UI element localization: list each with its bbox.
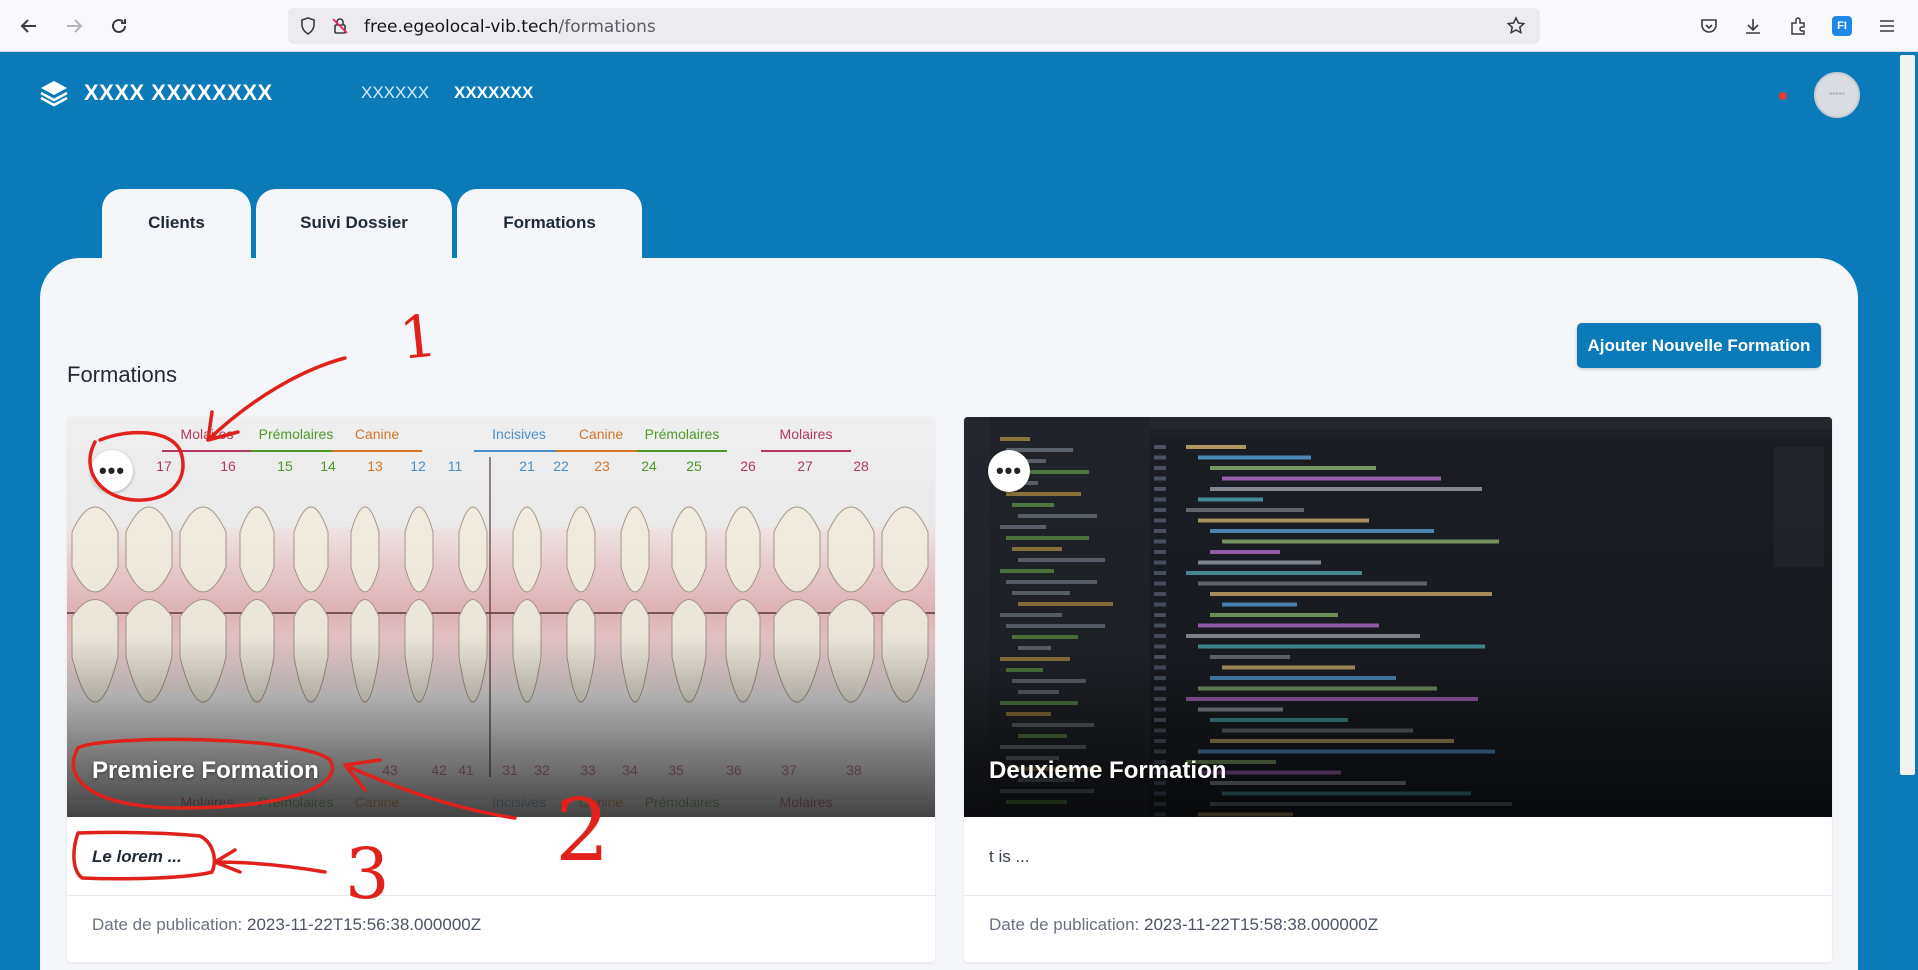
date-label: Date de publication: [92,915,243,934]
nav-link-2[interactable]: XXXXXXX [454,83,533,103]
bookmark-star-icon[interactable] [1506,16,1526,36]
address-bar[interactable]: free.egeolocal-vib.tech/formations [288,8,1540,44]
card-divider [964,895,1832,896]
nav-link-1[interactable]: XXXXXX [361,83,429,103]
card-title[interactable]: Premiere Formation [92,757,319,785]
add-formation-button[interactable]: Ajouter Nouvelle Formation [1577,323,1821,368]
pocket-icon[interactable] [1696,13,1722,39]
shield-icon[interactable] [298,16,318,36]
card-divider [67,895,935,896]
date-value: 2023-11-22T15:56:38.000000Z [247,915,482,934]
notification-dot[interactable] [1779,92,1787,100]
card-description: t is ... [989,847,1030,866]
date-label: Date de publication: [989,915,1140,934]
card-date: Date de publication: 2023-11-22T15:56:38… [92,915,481,935]
date-value: 2023-11-22T15:58:38.000000Z [1144,915,1379,934]
insecure-lock-icon[interactable] [330,16,350,36]
card-description: Le lorem ... [92,847,182,866]
tab-suivi-dossier[interactable]: Suivi Dossier [256,189,452,261]
forward-icon[interactable] [59,11,89,41]
page-scrollbar-thumb[interactable] [1900,55,1915,775]
tab-clients[interactable]: Clients [102,189,251,261]
url-text[interactable]: free.egeolocal-vib.tech/formations [364,17,656,37]
browser-toolbar: free.egeolocal-vib.tech/formations FI [0,0,1918,52]
download-icon[interactable] [1740,13,1766,39]
avatar[interactable]: ***** [1814,72,1860,118]
back-icon[interactable] [14,11,44,41]
extension-badge: FI [1832,16,1852,36]
formation-card-2[interactable]: ••• Deuxieme Formation t is ... Date de … [964,417,1832,962]
card-menu-button[interactable]: ••• [91,450,133,492]
hamburger-menu-icon[interactable] [1874,13,1900,39]
tab-formations[interactable]: Formations [457,189,642,261]
card-date: Date de publication: 2023-11-22T15:58:38… [989,915,1378,935]
card-title[interactable]: Deuxieme Formation [989,757,1226,785]
extension-fi-icon[interactable]: FI [1829,13,1855,39]
extensions-icon[interactable] [1785,13,1811,39]
avatar-text: ***** [1829,90,1845,100]
app-title[interactable]: XXXX XXXXXXXX [84,80,273,106]
card-menu-button[interactable]: ••• [988,450,1030,492]
reload-icon[interactable] [104,11,134,41]
layers-logo-icon[interactable] [38,77,70,109]
formation-card-1[interactable]: MolairesPrémolairesCanineIncisivesCanine… [67,417,935,962]
section-title: Formations [67,362,178,387]
